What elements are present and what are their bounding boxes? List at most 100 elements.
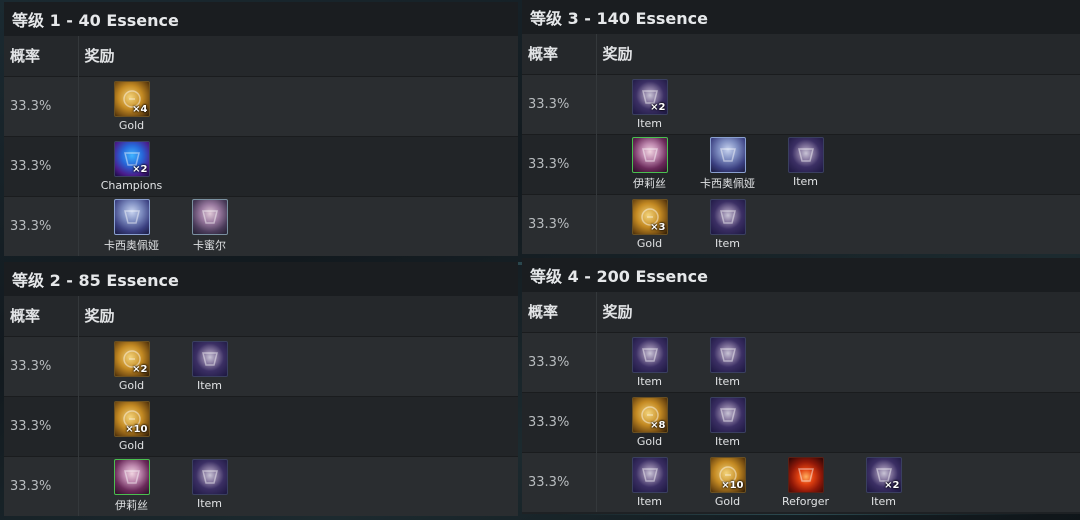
- icon-glyph: [201, 470, 218, 484]
- item-icon: [709, 198, 746, 235]
- quantity-badge: ×4: [132, 103, 148, 115]
- quantity-badge: ×8: [650, 419, 666, 431]
- rewards-cell: Item Item: [596, 331, 1080, 392]
- probability-cell: 33.3%: [522, 73, 597, 134]
- reward-label: Item: [714, 434, 741, 448]
- item-icon: [631, 456, 668, 493]
- rewards-cell: ×2 Item: [596, 73, 1080, 134]
- rewards-table: 概率 奖励 33.3% ×4 Gold 33.3% ×2 Champions 33.3% 卡西…: [4, 36, 518, 256]
- reward-item[interactable]: Item: [767, 137, 845, 188]
- reward-item[interactable]: Item: [611, 456, 689, 508]
- reward-label: Item: [636, 374, 663, 388]
- reward-item[interactable]: ×8 Gold: [611, 396, 689, 448]
- reward-item[interactable]: ×10 Gold: [689, 456, 767, 508]
- probability-cell: 33.3%: [522, 391, 597, 452]
- reward-item[interactable]: 卡蜜尔: [171, 199, 249, 253]
- reward-label: 卡西奥佩娅: [104, 239, 159, 253]
- reward-item[interactable]: Item: [171, 459, 249, 510]
- tier-3-panel: 等级 3 - 140 Essence 概率 奖励 33.3% ×2 Item 33.3…: [522, 0, 1080, 254]
- reward-item[interactable]: 伊莉丝: [611, 137, 689, 191]
- reward-item[interactable]: ×10 Gold: [93, 400, 171, 452]
- tier-2-panel: 等级 2 - 85 Essence 概率 奖励 33.3% ×2 Gold Item 3…: [4, 262, 518, 516]
- reward-item[interactable]: ×2 Item: [845, 456, 923, 508]
- tier-title: 等级 3 - 140 Essence: [522, 0, 1080, 34]
- reward-header: 奖励: [78, 296, 518, 336]
- gold-icon: ×8: [631, 396, 668, 433]
- reward-item[interactable]: Item: [689, 336, 767, 388]
- reward-item[interactable]: 卡西奥佩娅: [93, 199, 171, 253]
- icon-glyph: [797, 148, 814, 162]
- reward-item[interactable]: 卡西奥佩娅: [689, 137, 767, 191]
- icon-glyph: [201, 210, 218, 224]
- item-icon: [787, 137, 824, 173]
- probability-cell: 33.3%: [522, 193, 597, 254]
- table-row: 33.3% 卡西奥佩娅 卡蜜尔: [4, 195, 518, 256]
- kassadin-icon: [709, 137, 746, 173]
- reward-label: 伊莉丝: [633, 177, 666, 190]
- item-icon: [191, 459, 228, 496]
- table-row: 33.3% Item Item: [522, 331, 1080, 392]
- reward-item[interactable]: ×2 Gold: [93, 340, 171, 392]
- reward-item[interactable]: ×2 Item: [611, 78, 689, 130]
- table-row: 33.3% Item ×10 Gold Reforger ×2 Item: [522, 451, 1080, 512]
- probability-cell: 33.3%: [4, 395, 79, 456]
- reward-label: Gold: [714, 494, 741, 508]
- icon-glyph: [123, 210, 140, 224]
- table-row: 33.3% 伊莉丝 卡西奥佩娅 Item: [522, 133, 1080, 194]
- item-icon: ×2: [631, 78, 668, 115]
- table-row: 33.3% ×10 Gold: [4, 395, 518, 456]
- quantity-badge: ×2: [650, 101, 666, 113]
- gold-icon: ×2: [113, 340, 150, 377]
- elise-icon: [113, 459, 150, 496]
- probability-header: 概率: [522, 292, 597, 332]
- reward-item[interactable]: 伊莉丝: [93, 459, 171, 513]
- quantity-badge: ×2: [132, 163, 148, 175]
- rewards-cell: ×2 Gold Item: [78, 335, 518, 396]
- reward-item[interactable]: Item: [689, 198, 767, 250]
- reward-item[interactable]: Reforger: [767, 456, 845, 508]
- reward-item[interactable]: ×2 Champions: [93, 140, 171, 192]
- tier-1-panel: 等级 1 - 40 Essence 概率 奖励 33.3% ×4 Gold 33.3%…: [4, 2, 518, 256]
- icon-glyph: [641, 347, 658, 362]
- table-row: 33.3% 伊莉丝 Item: [4, 455, 518, 516]
- rewards-cell: ×10 Gold: [78, 395, 518, 456]
- reward-label: Item: [714, 236, 741, 250]
- icon-glyph: [641, 468, 658, 482]
- icon-glyph: [201, 351, 218, 366]
- kaisa-icon: [191, 199, 228, 236]
- icon-glyph: [641, 148, 658, 162]
- rewards-cell: ×2 Champions: [78, 135, 518, 196]
- reward-item[interactable]: Item: [171, 340, 249, 392]
- elise-icon: [631, 137, 668, 173]
- gold-icon: ×3: [631, 198, 668, 235]
- tier-title: 等级 4 - 200 Essence: [522, 258, 1080, 292]
- reward-item[interactable]: Item: [611, 336, 689, 388]
- reward-label: Item: [870, 494, 897, 508]
- quantity-badge: ×2: [884, 479, 900, 491]
- reward-label: 伊莉丝: [115, 499, 148, 513]
- reward-item[interactable]: Item: [689, 396, 767, 448]
- gold-icon: ×10: [113, 400, 150, 437]
- gold-icon: ×10: [709, 456, 746, 493]
- reward-label: Gold: [636, 434, 663, 448]
- reward-item[interactable]: ×3 Gold: [611, 198, 689, 250]
- reward-label: Item: [196, 378, 223, 392]
- reward-label: Gold: [118, 378, 145, 392]
- probability-cell: 33.3%: [522, 133, 597, 194]
- reward-label: Gold: [118, 118, 145, 132]
- reward-label: 卡蜜尔: [193, 239, 226, 253]
- item-icon: [631, 336, 668, 373]
- reward-header: 奖励: [596, 292, 1080, 332]
- reward-header: 奖励: [596, 34, 1080, 74]
- reward-item[interactable]: ×4 Gold: [93, 80, 171, 132]
- rewards-cell: ×3 Gold Item: [596, 193, 1080, 254]
- reforger-icon: [787, 456, 824, 493]
- icon-glyph: [797, 468, 814, 482]
- probability-cell: 33.3%: [4, 135, 79, 196]
- probability-cell: 33.3%: [4, 195, 79, 256]
- reward-label: Item: [714, 374, 741, 388]
- reward-label: Item: [792, 175, 819, 188]
- table-row: 33.3% ×4 Gold: [4, 75, 518, 136]
- rewards-cell: ×4 Gold: [78, 75, 518, 136]
- champion-icon: ×2: [113, 140, 150, 177]
